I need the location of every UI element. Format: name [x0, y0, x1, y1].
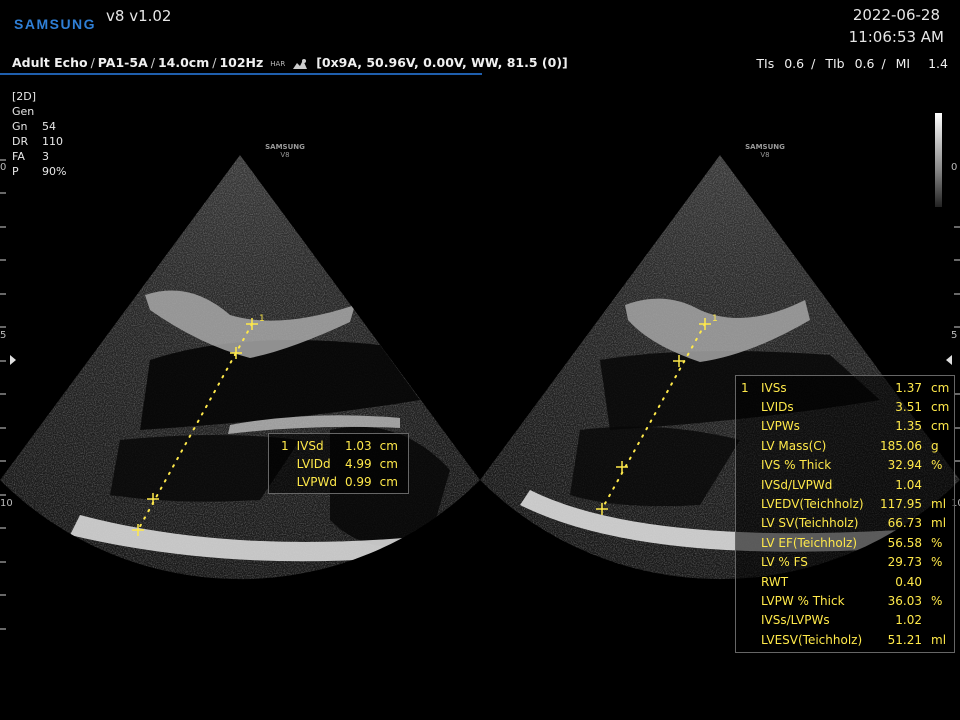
measurement-unit: cm	[931, 419, 950, 434]
measurement-label: RWT	[761, 574, 789, 589]
grayscale-map-bar	[935, 113, 942, 207]
measurement-row: IVSs/LVPWs 1.02	[736, 611, 954, 630]
measurement-unit: cm	[931, 380, 950, 395]
measurement-unit: cm	[379, 439, 398, 453]
measurement-label: LVIDd	[296, 457, 331, 471]
left-measurement-panel[interactable]: 1 IVSd 1.03 cm LVIDd 4.99 cm LVPWd 0.99 …	[268, 433, 409, 494]
measurement-value: 66.73	[887, 516, 922, 531]
measurement-label: IVSd/LVPWd	[761, 477, 833, 492]
probe-watermark-brand: SAMSUNG	[265, 143, 305, 151]
measurement-unit: %	[931, 593, 943, 608]
left-depth-ruler	[0, 159, 6, 630]
measurement-value: 1.35	[895, 419, 922, 434]
measurement-value: 32.94	[887, 458, 922, 473]
measurement-label: IVSs	[761, 380, 787, 395]
measurement-row: LVPWd 0.99 cm	[277, 473, 402, 491]
measurement-value: 185.06	[880, 438, 922, 453]
measurement-row: LV % FS 29.73%	[736, 553, 954, 572]
measurement-label: IVSd	[296, 439, 324, 453]
measurement-row: LV Mass(C) 185.06 g	[736, 436, 954, 455]
right-measurement-panel[interactable]: 1 IVSs 1.37 cm LVIDs 3.51 cm LVPWs 1.35 cm LV Mass…	[735, 375, 955, 654]
measurement-unit: cm	[379, 457, 398, 471]
right-caliper-label: 1	[712, 314, 718, 324]
measurement-value: 4.99	[344, 457, 372, 471]
measurement-value: 117.95	[880, 497, 922, 512]
measurement-value: 29.73	[887, 555, 922, 570]
measurement-row: 1 IVSd 1.03 cm	[277, 437, 402, 455]
measurement-index: 1	[741, 380, 749, 395]
measurement-row: LVIDd 4.99 cm	[277, 455, 402, 473]
measurement-row: LVEDV(Teichholz) 117.95 ml	[736, 494, 954, 513]
measurement-unit: g	[931, 438, 939, 453]
measurement-label: LVPW % Thick	[761, 593, 845, 608]
measurement-row: LVIDs 3.51 cm	[736, 397, 954, 416]
right-focus-marker-icon[interactable]	[946, 355, 952, 365]
measurement-label: IVSs/LVPWs	[761, 613, 830, 628]
measurement-label: LVIDs	[761, 400, 794, 415]
measurement-unit: %	[931, 535, 943, 550]
measurement-unit: ml	[931, 632, 947, 647]
measurement-label: LVPWs	[761, 419, 800, 434]
measurement-unit: %	[931, 555, 943, 570]
measurement-unit: ml	[931, 497, 947, 512]
measurement-row: LVPW % Thick 36.03%	[736, 591, 954, 610]
measurement-unit: ml	[931, 516, 947, 531]
left-depth-label: 5	[0, 330, 6, 341]
left-sector	[0, 155, 480, 580]
measurement-value: 1.37	[895, 380, 922, 395]
measurement-label: LVESV(Teichholz)	[761, 632, 863, 647]
measurement-value: 51.21	[887, 632, 922, 647]
measurement-unit	[925, 572, 954, 591]
measurement-row: IVSd/LVPWd 1.04	[736, 475, 954, 494]
measurement-row: IVS % Thick 32.94%	[736, 456, 954, 475]
measurement-value: 3.51	[895, 400, 922, 415]
measurement-index: 1	[281, 439, 289, 453]
measurement-row: 1 IVSs 1.37 cm	[736, 378, 954, 397]
measurement-value: 0.99	[344, 475, 372, 489]
measurement-value: 56.58	[887, 535, 922, 550]
measurement-row: LVPWs 1.35 cm	[736, 417, 954, 436]
measurement-row: LV EF(Teichholz) 56.58%	[736, 533, 954, 552]
measurement-unit: cm	[931, 400, 950, 415]
right-depth-label: 0	[951, 162, 957, 173]
measurement-unit	[925, 611, 954, 630]
measurement-value: 36.03	[887, 593, 922, 608]
left-depth-label: 10	[0, 498, 13, 509]
measurement-unit: cm	[379, 475, 398, 489]
probe-watermark-brand: SAMSUNG	[745, 143, 785, 151]
measurement-row: LVESV(Teichholz) 51.21 ml	[736, 630, 954, 649]
measurement-label: LVEDV(Teichholz)	[761, 497, 864, 512]
measurement-label: LVPWd	[296, 475, 337, 489]
measurement-value: 1.03	[344, 439, 372, 453]
measurement-label: IVS % Thick	[761, 458, 832, 473]
measurement-row: LV SV(Teichholz) 66.73 ml	[736, 514, 954, 533]
measurement-label: LV % FS	[761, 555, 808, 570]
measurement-value: 1.04	[895, 477, 922, 492]
measurement-value: 1.02	[895, 613, 922, 628]
measurement-label: LV Mass(C)	[761, 438, 827, 453]
measurement-row: RWT 0.40	[736, 572, 954, 591]
left-focus-marker-icon[interactable]	[10, 355, 16, 365]
left-depth-label: 0	[0, 162, 6, 173]
probe-watermark-model: V8	[760, 151, 769, 159]
right-depth-label: 5	[951, 330, 957, 341]
left-caliper-label: 1	[259, 314, 265, 324]
measurement-unit: %	[931, 458, 943, 473]
measurement-unit	[925, 475, 954, 494]
measurement-value: 0.40	[895, 574, 922, 589]
measurement-label: LV EF(Teichholz)	[761, 535, 858, 550]
measurement-label: LV SV(Teichholz)	[761, 516, 859, 531]
probe-watermark-model: V8	[280, 151, 289, 159]
